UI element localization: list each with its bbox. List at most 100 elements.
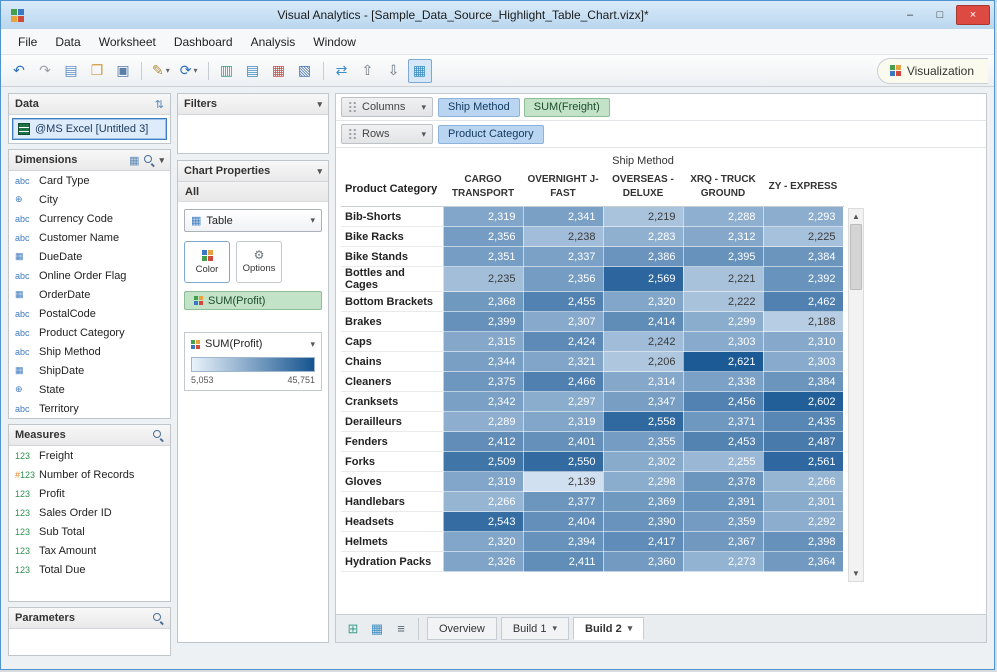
new-overview-icon[interactable]: ⊞ [342,618,364,640]
table-cell[interactable]: 2,360 [603,552,683,572]
table-cell[interactable]: 2,398 [763,532,843,552]
maximize-button[interactable]: □ [926,5,954,25]
table-cell[interactable]: 2,466 [523,372,603,392]
table-cell[interactable]: 2,297 [523,392,603,412]
table-cell[interactable]: 2,364 [763,552,843,572]
open-icon[interactable]: ❐ [85,59,109,83]
table-cell[interactable]: 2,392 [763,267,843,292]
options-button[interactable]: ⚙ Options [236,241,282,283]
filters-header[interactable]: Filters ▾ [178,94,328,115]
table-cell[interactable]: 2,242 [603,332,683,352]
table-cell[interactable]: 2,390 [603,512,683,532]
table-cell[interactable]: 2,550 [523,452,603,472]
dimension-territory[interactable]: abcTerritory [9,399,170,418]
table-cell[interactable]: 2,377 [523,492,603,512]
table-cell[interactable]: 2,238 [523,227,603,247]
table-cell[interactable]: 2,301 [763,492,843,512]
table-cell[interactable]: 2,303 [763,352,843,372]
pill-product-category[interactable]: Product Category [438,125,544,144]
table-cell[interactable]: 2,338 [683,372,763,392]
table-cell[interactable]: 2,558 [603,412,683,432]
table-cell[interactable]: 2,356 [443,227,523,247]
table-cell[interactable]: 2,342 [443,392,523,412]
menu-item-data[interactable]: Data [46,31,89,53]
table-cell[interactable]: 2,292 [763,512,843,532]
scroll-up-icon[interactable]: ▲ [849,209,863,224]
table-cell[interactable]: 2,412 [443,432,523,452]
table-cell[interactable]: 2,602 [763,392,843,412]
rows-shelf-chip[interactable]: Rows ▾ [341,124,433,144]
table-cell[interactable]: 2,289 [443,412,523,432]
table-cell[interactable]: 2,394 [523,532,603,552]
table-cell[interactable]: 2,384 [763,247,843,267]
dimension-ship-method[interactable]: abcShip Method [9,342,170,361]
menu-item-file[interactable]: File [9,31,46,53]
table-cell[interactable]: 2,509 [443,452,523,472]
table-cell[interactable]: 2,456 [683,392,763,412]
undo-icon[interactable]: ↶ [7,59,31,83]
save-icon[interactable]: ▣ [111,59,135,83]
new-workbook-icon[interactable]: ▤ [59,59,83,83]
minimize-button[interactable]: – [896,5,924,25]
table-cell[interactable]: 2,235 [443,267,523,292]
add-row-chart-icon[interactable]: ▥ [215,59,239,83]
table-cell[interactable]: 2,543 [443,512,523,532]
chart-properties-header[interactable]: Chart Properties ▾ [178,161,328,182]
chevron-down-icon[interactable]: ▾ [159,155,164,166]
dimension-online-order-flag[interactable]: abcOnline Order Flag [9,266,170,285]
table-cell[interactable]: 2,344 [443,352,523,372]
table-cell[interactable]: 2,411 [523,552,603,572]
sheet-list-icon[interactable]: ≡ [390,618,412,640]
pill-ship-method[interactable]: Ship Method [438,98,520,117]
search-icon[interactable] [152,612,164,624]
table-cell[interactable]: 2,399 [443,312,523,332]
sort-ascending-icon[interactable]: ⇧ [356,59,380,83]
table-cell[interactable]: 2,266 [763,472,843,492]
table-cell[interactable]: 2,404 [523,512,603,532]
format-icon[interactable]: ✎▾ [148,59,174,83]
table-cell[interactable]: 2,355 [603,432,683,452]
measure-freight[interactable]: 123Freight [9,446,170,465]
table-cell[interactable]: 2,319 [443,472,523,492]
dimension-postalcode[interactable]: abcPostalCode [9,304,170,323]
table-cell[interactable]: 2,139 [523,472,603,492]
table-cell[interactable]: 2,561 [763,452,843,472]
redo-icon[interactable]: ↷ [33,59,57,83]
table-cell[interactable]: 2,368 [443,292,523,312]
table-cell[interactable]: 2,391 [683,492,763,512]
color-legend-header[interactable]: SUM(Profit) ▾ [185,333,321,355]
table-cell[interactable]: 2,371 [683,412,763,432]
menu-item-dashboard[interactable]: Dashboard [165,31,242,53]
table-cell[interactable]: 2,219 [603,207,683,227]
color-button[interactable]: Color [184,241,230,283]
table-cell[interactable]: 2,273 [683,552,763,572]
add-column-chart-icon[interactable]: ▤ [241,59,265,83]
vertical-scrollbar[interactable]: ▲ ▼ [848,208,864,582]
dimension-duedate[interactable]: ▦DueDate [9,247,170,266]
table-cell[interactable]: 2,337 [523,247,603,267]
table-cell[interactable]: 2,299 [683,312,763,332]
table-cell[interactable]: 2,222 [683,292,763,312]
new-build-icon[interactable]: ▦ [366,618,388,640]
table-cell[interactable]: 2,356 [523,267,603,292]
sort-updown-icon[interactable]: ⇅ [155,98,164,111]
table-cell[interactable]: 2,225 [763,227,843,247]
tab-build-1[interactable]: Build 1▾ [501,617,569,640]
table-cell[interactable]: 2,319 [443,207,523,227]
table-cell[interactable]: 2,424 [523,332,603,352]
menu-item-worksheet[interactable]: Worksheet [90,31,165,53]
dimension-orderdate[interactable]: ▦OrderDate [9,285,170,304]
search-icon[interactable] [143,154,155,166]
menu-item-analysis[interactable]: Analysis [242,31,305,53]
scrollbar-thumb[interactable] [850,224,862,290]
table-cell[interactable]: 2,487 [763,432,843,452]
table-cell[interactable]: 2,453 [683,432,763,452]
tab-build-2[interactable]: Build 2▾ [573,617,644,640]
table-cell[interactable]: 2,341 [523,207,603,227]
dimension-product-category[interactable]: abcProduct Category [9,323,170,342]
table-cell[interactable]: 2,395 [683,247,763,267]
table-cell[interactable]: 2,302 [603,452,683,472]
table-cell[interactable]: 2,369 [603,492,683,512]
table-cell[interactable]: 2,326 [443,552,523,572]
table-cell[interactable]: 2,206 [603,352,683,372]
